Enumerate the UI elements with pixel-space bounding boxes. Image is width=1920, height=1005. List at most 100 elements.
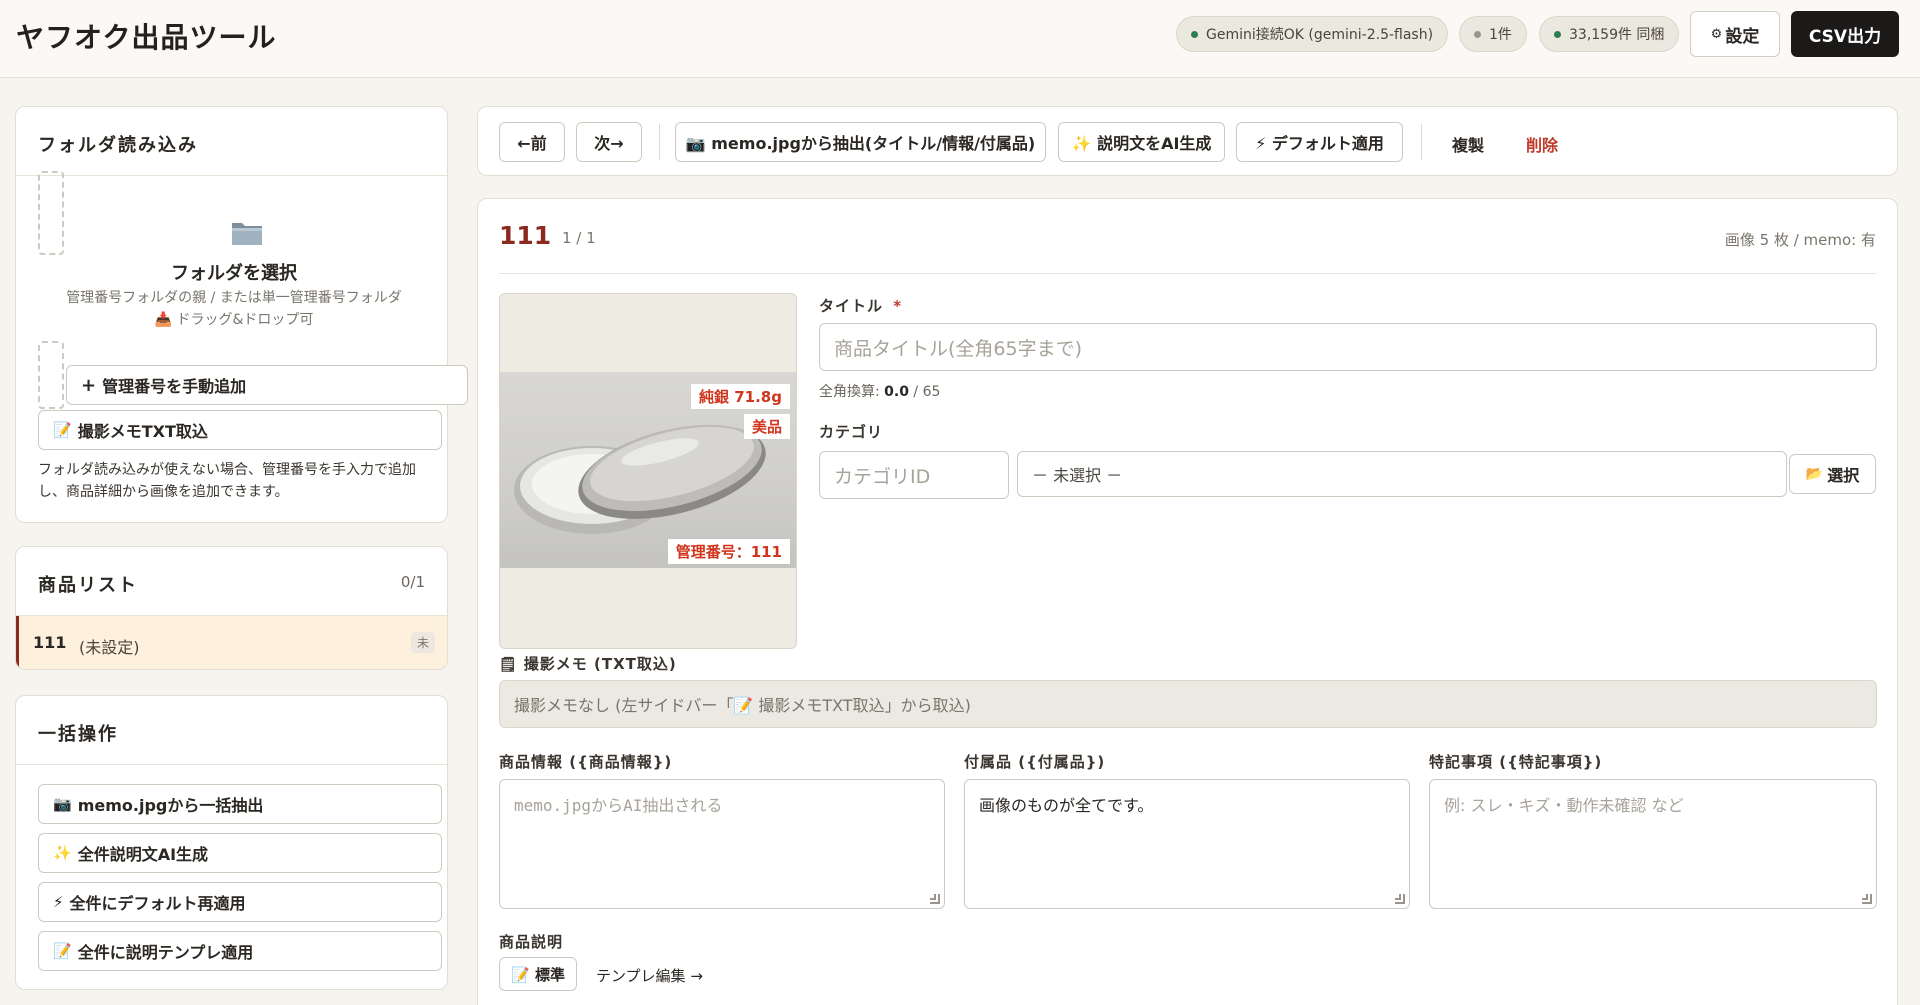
template-edit-link[interactable]: テンプレ編集 → [596,965,703,986]
bulk-ops-title: 一括操作 [38,724,118,745]
add-manual-label: 管理番号を手動追加 [102,377,247,396]
settings-button[interactable]: ⚙ 設定 [1690,11,1780,57]
list-item-status: (未設定) [79,638,140,657]
char-count-prefix: 全角換算: [819,384,885,400]
silver-weight-tag: 純銀 71.8g [691,384,790,409]
bulk-default-label: 全件にデフォルト再適用 [69,894,246,913]
bulk-extract-label: memo.jpgから一括抽出 [77,796,264,815]
product-list-count: 0/1 [400,573,425,591]
memo-icon: 📝 [53,421,72,439]
import-memo-label: 撮影メモTXT取込 [77,422,208,441]
toolbar-divider [659,124,660,160]
product-list-title: 商品リスト [38,575,138,596]
extract-memo-button[interactable]: 📷 memo.jpgから抽出(タイトル/情報/付属品) [675,122,1046,162]
sparkle-icon: ✨ [53,844,72,862]
notes-label: 特記事項 ({特記事項}) [1429,753,1603,771]
notes-textarea[interactable]: 例: スレ・キズ・動作未確認 など [1429,779,1877,909]
settings-label: 設定 [1725,26,1760,47]
toolbar-divider [1421,124,1422,160]
category-display[interactable]: － 未選択 － [1017,451,1787,497]
csv-export-button[interactable]: CSV出力 [1791,11,1899,57]
accessory-value: 画像のものが全てです。 [979,796,1154,815]
category-id-input[interactable]: カテゴリID [819,451,1009,499]
list-item-id: 111 [33,633,67,652]
apply-default-button[interactable]: ⚡ デフォルト適用 [1236,122,1403,162]
import-memo-button[interactable]: 📝 撮影メモTXT取込 [38,410,442,450]
delete-button[interactable]: 削除 [1526,132,1558,156]
note-icon: 🗒 [499,657,518,673]
gemini-status-badge: Gemini接続OK (gemini-2.5-flash) [1176,16,1449,52]
char-count: 全角換算: 0.0 / 65 [819,381,940,401]
product-photo: 純銀 71.8g 美品 管理番号：111 [500,372,796,568]
sync-dot-icon [1554,30,1561,38]
detail-position: 1 / 1 [562,229,596,247]
folder-dropzone[interactable]: フォルダを選択 管理番号フォルダの親 / または単一管理番号フォルダ 📥 ドラッ… [38,171,430,359]
condition-tag: 美品 [743,414,790,439]
count-dot-icon [1474,30,1481,38]
title-input[interactable]: 商品タイトル(全角65字まで) [819,323,1877,371]
divider [16,764,447,765]
memo-label-text: 撮影メモ (TXT取込) [523,655,677,673]
gear-icon: ⚙ [1710,26,1723,42]
prev-button[interactable]: ←前 [499,122,565,162]
bulk-extract-button[interactable]: 📷 memo.jpgから一括抽出 [38,784,442,824]
manage-no-tag: 管理番号：111 [667,539,790,564]
product-image-card[interactable]: 純銀 71.8g 美品 管理番号：111 [499,293,797,649]
plus-icon: + [81,374,97,396]
info-label: 商品情報 ({商品情報}) [499,753,673,771]
memo-icon: 📝 [53,942,72,960]
duplicate-button[interactable]: 複製 [1452,132,1484,156]
title-label: タイトル * [819,295,902,316]
bulk-default-button[interactable]: ⚡ 全件にデフォルト再適用 [38,882,442,922]
lightning-icon: ⚡ [53,893,64,911]
item-count-text: 1件 [1489,27,1512,43]
category-select-label: 選択 [1827,466,1860,485]
folder-panel-title: フォルダ読み込み [38,135,198,156]
bulk-ai-desc-label: 全件説明文AI生成 [77,845,209,864]
resize-grip-icon[interactable] [1395,894,1405,904]
product-list-panel: 商品リスト 0/1 111 (未設定) 未 [15,546,448,670]
folder-hint-2: 📥 ドラッグ&ドロップ可 [154,312,314,328]
item-count-badge: 1件 [1459,16,1527,52]
required-mark: * [893,297,903,315]
bulk-ai-desc-button[interactable]: ✨ 全件説明文AI生成 [38,833,442,873]
char-count-suffix: / 65 [908,384,941,400]
list-item-badge: 未 [410,632,435,653]
resize-grip-icon[interactable] [930,894,940,904]
bulk-ops-panel: 一括操作 📷 memo.jpgから一括抽出 ✨ 全件説明文AI生成 ⚡ 全件にデ… [15,695,448,990]
bulk-template-label: 全件に説明テンプレ適用 [77,943,254,962]
divider [499,273,1876,274]
app-header: ヤフオク出品ツール Gemini接続OK (gemini-2.5-flash) … [0,0,1920,78]
folder-select-label: フォルダを選択 [171,263,297,284]
add-manual-button[interactable]: + 管理番号を手動追加 [66,365,468,405]
product-detail-panel: 111 1 / 1 画像 5 枚 / memo: 有 純銀 71.8g 美品 管… [477,198,1898,1005]
description-label: 商品説明 [499,933,564,951]
notes-placeholder: 例: スレ・キズ・動作未確認 など [1444,796,1684,815]
folder-note: フォルダ読み込みが使えない場合、管理番号を手入力で追加し、商品詳細から画像を追加… [38,462,416,500]
accessory-label: 付属品 ({付属品}) [964,753,1106,771]
folder-panel: フォルダ読み込み フォルダを選択 管理番号フォルダの親 / または単一管理番号フ… [15,106,468,523]
accessory-textarea[interactable]: 画像のものが全てです。 [964,779,1410,909]
folder-hint-1: 管理番号フォルダの親 / または単一管理番号フォルダ [66,290,402,306]
info-textarea[interactable]: memo.jpgからAI抽出される [499,779,945,909]
memo-display: 撮影メモなし (左サイドバー「📝 撮影メモTXT取込」から取込) [499,680,1877,728]
title-label-text: タイトル [819,297,884,315]
folder-open-icon: 📂 [1805,466,1824,482]
list-item[interactable]: 111 (未設定) 未 [16,616,447,669]
detail-meta: 画像 5 枚 / memo: 有 [1724,231,1876,249]
gemini-status-text: Gemini接続OK (gemini-2.5-flash) [1206,27,1434,43]
bulk-template-button[interactable]: 📝 全件に説明テンプレ適用 [38,931,442,971]
app-title: ヤフオク出品ツール [16,21,277,54]
status-dot-icon [1191,30,1198,38]
ai-description-button[interactable]: ✨ 説明文をAI生成 [1058,122,1225,162]
memo-label: 🗒 撮影メモ (TXT取込) [499,653,677,674]
dropzone-edge-lower [38,341,64,409]
category-label: カテゴリ [819,423,884,441]
category-select-button[interactable]: 📂 選択 [1789,454,1876,494]
sync-status-badge: 33,159件 同梱 [1539,16,1680,52]
template-standard-button[interactable]: 📝 標準 [499,957,577,991]
char-count-value: 0.0 [884,384,909,400]
camera-icon: 📷 [53,795,72,813]
resize-grip-icon[interactable] [1862,894,1872,904]
next-button[interactable]: 次→ [576,122,642,162]
